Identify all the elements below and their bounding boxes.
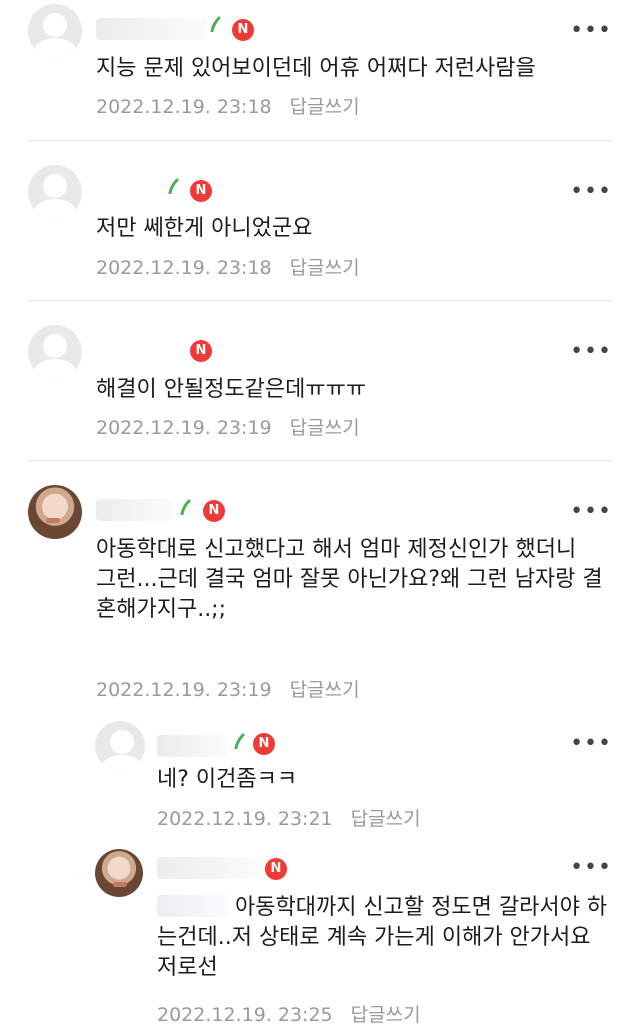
new-badge-icon: N xyxy=(190,340,212,362)
comment-date: 2022.12.19. 23:18 xyxy=(96,96,272,118)
reply-button[interactable]: 답글쓰기 xyxy=(290,417,360,439)
more-options-icon[interactable]: ••• xyxy=(570,501,612,523)
reply-button[interactable]: 답글쓰기 xyxy=(351,808,421,830)
comment-item: N ••• 해결이 안될정도같은데ㅠㅠㅠ 2022.12.19. 23:19 답글… xyxy=(0,301,640,461)
reply-date: 2022.12.19. 23:25 xyxy=(157,1004,333,1026)
default-avatar-icon[interactable] xyxy=(28,4,82,58)
sprout-icon xyxy=(168,178,179,194)
reply-item: N ••• 네? 이건좀ㅋㅋ 2022.12.19. 23:21 답글쓰기 xyxy=(0,711,640,841)
mention-tag-blurred[interactable] xyxy=(157,895,229,917)
more-options-icon[interactable]: ••• xyxy=(570,341,612,363)
nickname-blurred[interactable] xyxy=(96,179,160,201)
reply-button[interactable]: 답글쓰기 xyxy=(351,1004,421,1026)
reply-meta: 2022.12.19. 23:21 답글쓰기 xyxy=(157,804,421,831)
comment-item: N ••• 아동학대로 신고했다고 해서 엄마 제정신인가 했더니 그런...근… xyxy=(0,461,640,711)
reply-date: 2022.12.19. 23:21 xyxy=(157,808,333,830)
comment-meta: 2022.12.19. 23:19 답글쓰기 xyxy=(96,413,360,440)
comment-text: 지능 문제 있어보이던데 어휴 어쩌다 저런사람을 xyxy=(96,56,536,81)
comment-text: 아동학대로 신고했다고 해서 엄마 제정신인가 했더니 그런...근데 결국 엄… xyxy=(96,537,603,622)
nickname-blurred[interactable] xyxy=(157,735,227,757)
new-badge-icon: N xyxy=(203,500,225,522)
reply-meta: 2022.12.19. 23:25 답글쓰기 xyxy=(157,1000,421,1027)
comment-meta: 2022.12.19. 23:18 답글쓰기 xyxy=(96,92,360,119)
comment-text: 해결이 안될정도같은데ㅠㅠㅠ xyxy=(96,377,367,402)
nickname-blurred[interactable] xyxy=(96,339,176,361)
nickname-blurred[interactable] xyxy=(96,499,172,521)
reply-text: 네? 이건좀ㅋㅋ xyxy=(157,767,298,792)
comment-date: 2022.12.19. 23:18 xyxy=(96,257,272,279)
sprout-icon xyxy=(180,499,191,515)
profile-photo-avatar[interactable] xyxy=(95,849,143,897)
comment-meta: 2022.12.19. 23:18 답글쓰기 xyxy=(96,253,360,280)
new-badge-icon: N xyxy=(190,180,212,202)
more-options-icon[interactable]: ••• xyxy=(570,181,612,203)
reply-button[interactable]: 답글쓰기 xyxy=(290,257,360,279)
sprout-icon xyxy=(210,16,221,32)
profile-photo-avatar[interactable] xyxy=(28,485,82,539)
comment-date: 2022.12.19. 23:19 xyxy=(96,417,272,439)
comment-item: N ••• 저만 쎄한게 아니었군요 2022.12.19. 23:18 답글쓰기 xyxy=(0,141,640,301)
sprout-icon xyxy=(234,733,245,749)
more-options-icon[interactable]: ••• xyxy=(570,857,612,879)
comment-meta: 2022.12.19. 23:19 답글쓰기 xyxy=(96,675,360,702)
comment-item: N ••• 지능 문제 있어보이던데 어휴 어쩌다 저런사람을 2022.12.… xyxy=(0,0,640,140)
comment-date: 2022.12.19. 23:19 xyxy=(96,679,272,701)
default-avatar-icon[interactable] xyxy=(28,165,82,219)
reply-item: N ••• 아동학대까지 신고할 정도면 갈라서야 하는건데..저 상태로 계속… xyxy=(0,841,640,1027)
default-avatar-icon[interactable] xyxy=(95,721,145,771)
comment-text: 저만 쎄한게 아니었군요 xyxy=(96,216,313,241)
reply-text: 아동학대까지 신고할 정도면 갈라서야 하는건데..저 상태로 계속 가는게 이… xyxy=(157,893,617,983)
new-badge-icon: N xyxy=(265,858,287,880)
new-badge-icon: N xyxy=(253,733,275,755)
default-avatar-icon[interactable] xyxy=(28,325,82,379)
reply-button[interactable]: 답글쓰기 xyxy=(290,96,360,118)
new-badge-icon: N xyxy=(232,19,254,41)
more-options-icon[interactable]: ••• xyxy=(570,733,612,755)
more-options-icon[interactable]: ••• xyxy=(570,20,612,42)
nickname-blurred[interactable] xyxy=(157,857,257,879)
reply-button[interactable]: 답글쓰기 xyxy=(290,679,360,701)
nickname-blurred[interactable] xyxy=(96,18,206,40)
